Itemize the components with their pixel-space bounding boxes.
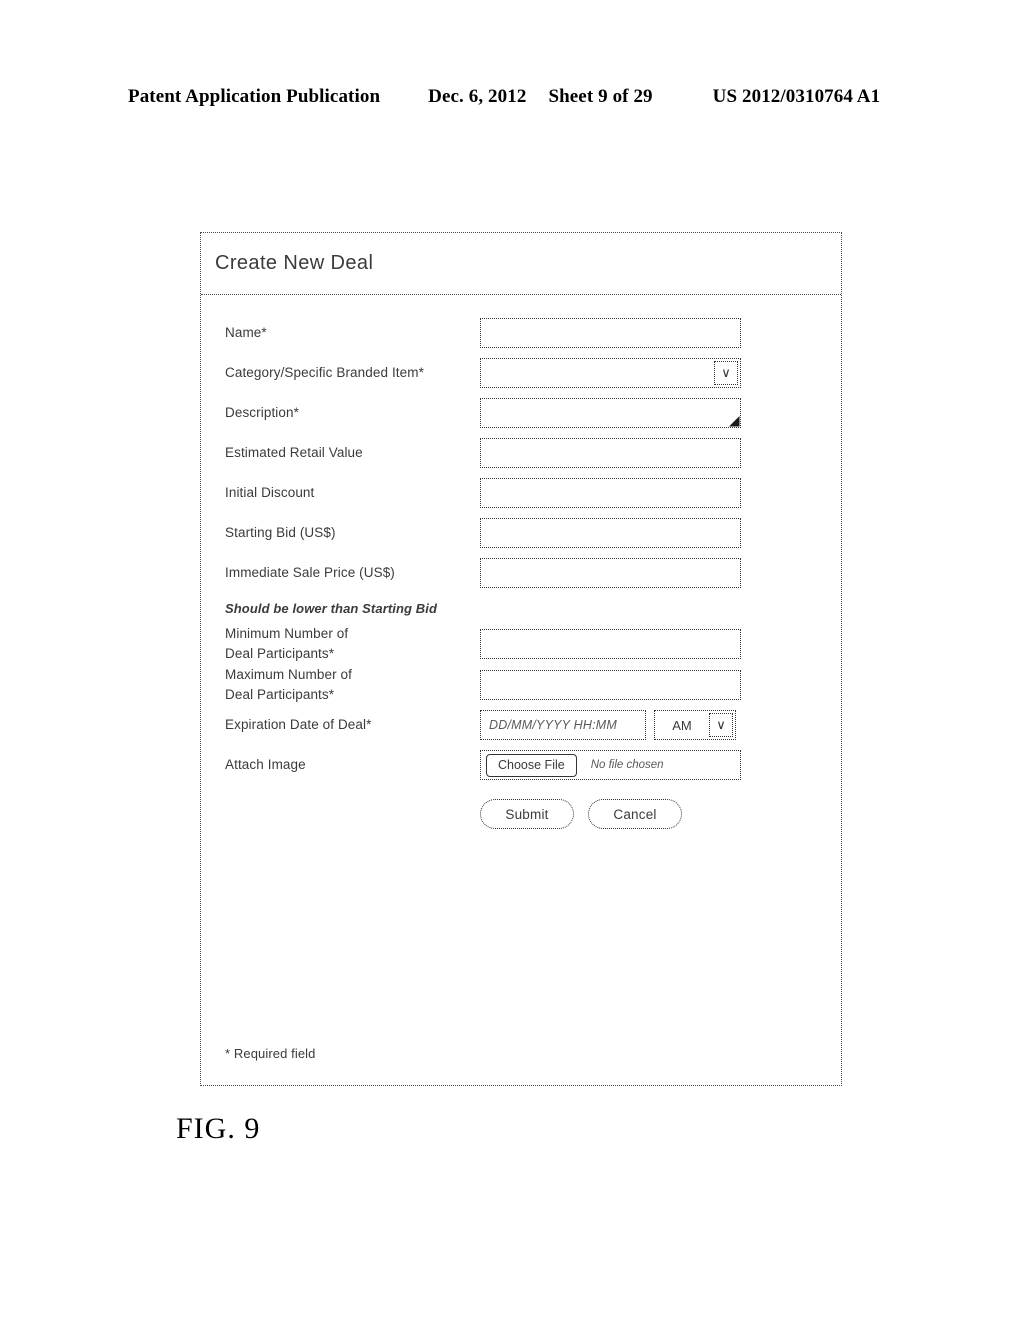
category-select[interactable]: ∨ bbox=[480, 358, 741, 388]
ampm-select[interactable]: AM ∨ bbox=[654, 710, 736, 740]
create-new-deal-panel: Create New Deal Name* Category/Specific … bbox=[200, 232, 842, 1086]
max-participants-label-line2: Deal Participants* bbox=[225, 686, 335, 702]
panel-titlebar: Create New Deal bbox=[201, 233, 841, 295]
name-label: Name* bbox=[225, 325, 267, 341]
form-row-max-participants: Maximum Number of Deal Participants* bbox=[201, 664, 841, 705]
initial-discount-control bbox=[480, 478, 841, 508]
estimated-retail-value-input[interactable] bbox=[480, 438, 741, 468]
form-row-category: Category/Specific Branded Item* ∨ bbox=[201, 353, 841, 393]
starting-bid-label: Starting Bid (US$) bbox=[225, 525, 336, 541]
create-deal-form: Name* Category/Specific Branded Item* ∨ … bbox=[201, 295, 841, 829]
file-input[interactable]: Choose File No file chosen bbox=[480, 750, 741, 780]
form-row-immediate-sale-price: Immediate Sale Price (US$) bbox=[201, 553, 841, 593]
patent-publication-label: Patent Application Publication bbox=[128, 86, 381, 107]
attach-image-control: Choose File No file chosen bbox=[480, 750, 841, 780]
initial-discount-input[interactable] bbox=[480, 478, 741, 508]
patent-number-label: US 2012/0310764 A1 bbox=[712, 86, 881, 107]
name-control bbox=[480, 318, 841, 348]
estimated-retail-value-label: Estimated Retail Value bbox=[225, 445, 363, 461]
patent-date-label: Dec. 6, 2012 bbox=[428, 86, 527, 107]
min-participants-control bbox=[480, 628, 841, 659]
min-participants-label-line2: Deal Participants* bbox=[225, 645, 335, 661]
name-input[interactable] bbox=[480, 318, 741, 348]
max-participants-input[interactable] bbox=[480, 669, 741, 700]
form-row-name: Name* bbox=[201, 313, 841, 353]
form-row-expiration-date: Expiration Date of Deal* DD/MM/YYYY HH:M… bbox=[201, 705, 841, 745]
immediate-sale-price-input[interactable] bbox=[480, 558, 741, 588]
attach-image-label: Attach Image bbox=[225, 757, 306, 773]
max-participants-label-line1: Maximum Number of bbox=[225, 666, 352, 682]
min-participants-label: Minimum Number of Deal Participants* bbox=[225, 624, 480, 663]
category-selected-value bbox=[481, 359, 714, 387]
cancel-button[interactable]: Cancel bbox=[588, 799, 682, 829]
ampm-chevron-down-icon[interactable]: ∨ bbox=[709, 713, 733, 737]
description-textarea[interactable] bbox=[480, 398, 741, 428]
choose-file-button[interactable]: Choose File bbox=[486, 753, 577, 777]
starting-bid-control bbox=[480, 518, 841, 548]
chevron-down-icon[interactable]: ∨ bbox=[714, 361, 738, 385]
min-participants-input[interactable] bbox=[480, 628, 741, 659]
immediate-sale-price-hint: Should be lower than Starting Bid bbox=[225, 600, 438, 616]
required-field-note: * Required field bbox=[225, 1046, 316, 1061]
file-status-text: No file chosen bbox=[590, 759, 664, 771]
resize-handle-icon[interactable] bbox=[728, 415, 740, 427]
form-row-description: Description* bbox=[201, 393, 841, 433]
ampm-selected-value: AM bbox=[672, 717, 692, 733]
expiration-date-input[interactable]: DD/MM/YYYY HH:MM bbox=[480, 710, 646, 740]
immediate-sale-price-label: Immediate Sale Price (US$) bbox=[225, 565, 395, 581]
expiration-date-label: Expiration Date of Deal* bbox=[225, 717, 372, 733]
description-control bbox=[480, 398, 841, 428]
page-title: Create New Deal bbox=[215, 252, 374, 274]
immediate-sale-price-hint-row: Should be lower than Starting Bid bbox=[201, 593, 841, 623]
initial-discount-label: Initial Discount bbox=[225, 485, 315, 501]
patent-header: Patent Application Publication Dec. 6, 2… bbox=[128, 86, 888, 108]
expiration-date-control: DD/MM/YYYY HH:MM AM ∨ bbox=[480, 710, 841, 740]
description-label: Description* bbox=[225, 405, 299, 421]
immediate-sale-price-control bbox=[480, 558, 841, 588]
submit-button[interactable]: Submit bbox=[480, 799, 574, 829]
min-participants-label-line1: Minimum Number of bbox=[225, 625, 349, 641]
form-row-starting-bid: Starting Bid (US$) bbox=[201, 513, 841, 553]
starting-bid-input[interactable] bbox=[480, 518, 741, 548]
form-actions: Submit Cancel bbox=[201, 799, 841, 829]
form-row-attach-image: Attach Image Choose File No file chosen bbox=[201, 745, 841, 785]
category-control: ∨ bbox=[480, 358, 841, 388]
form-row-min-participants: Minimum Number of Deal Participants* bbox=[201, 623, 841, 664]
patent-sheet-label: Sheet 9 of 29 bbox=[548, 86, 653, 107]
estimated-retail-value-control bbox=[480, 438, 841, 468]
category-label: Category/Specific Branded Item* bbox=[225, 365, 424, 381]
figure-caption: FIG. 9 bbox=[176, 1112, 261, 1145]
max-participants-control bbox=[480, 669, 841, 700]
form-row-initial-discount: Initial Discount bbox=[201, 473, 841, 513]
max-participants-label: Maximum Number of Deal Participants* bbox=[225, 665, 480, 704]
form-row-estimated-retail-value: Estimated Retail Value bbox=[201, 433, 841, 473]
